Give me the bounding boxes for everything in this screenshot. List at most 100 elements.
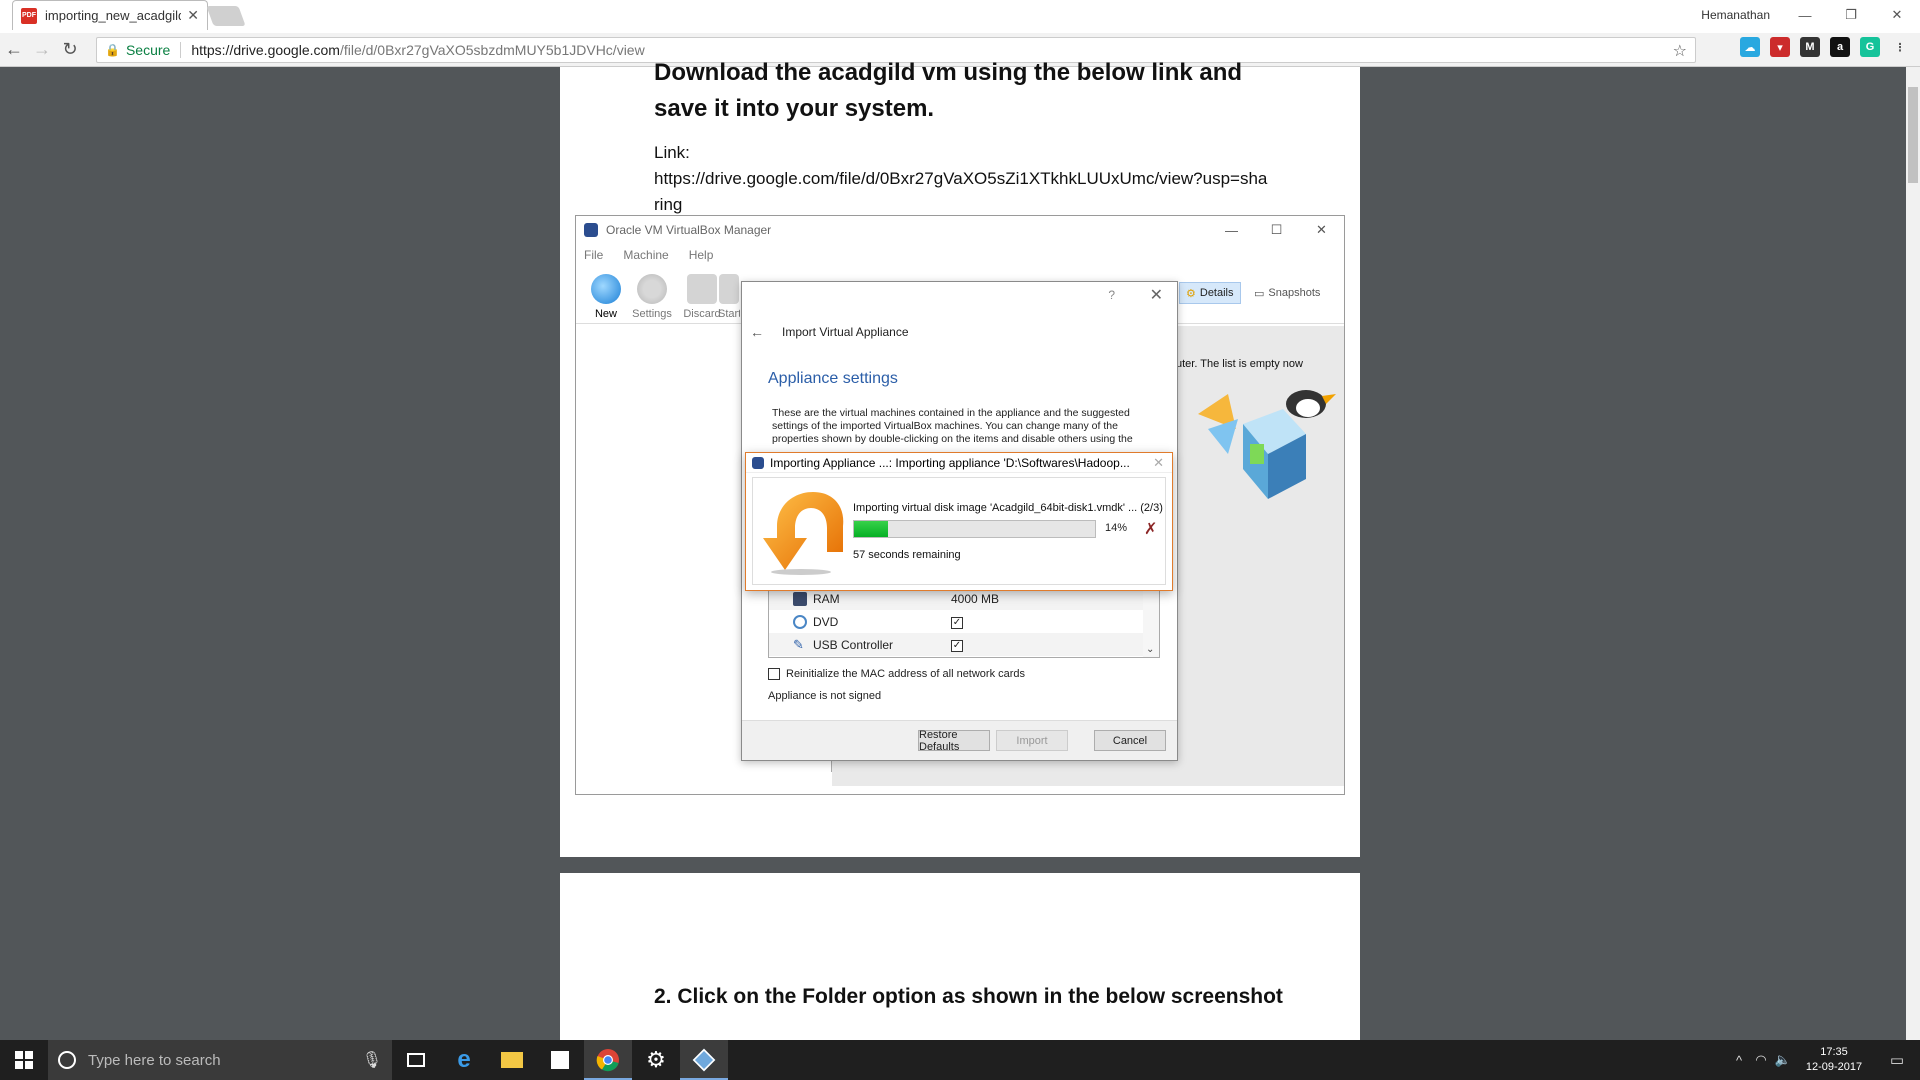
store-app[interactable] xyxy=(536,1040,584,1080)
file-explorer-app[interactable] xyxy=(488,1040,536,1080)
new-tab-button[interactable] xyxy=(206,6,246,26)
close-tab-icon[interactable]: ✕ xyxy=(187,7,199,24)
progress-percent: 14% xyxy=(1105,522,1128,534)
progress-bar-fill xyxy=(854,521,888,537)
close-icon[interactable]: ✕ xyxy=(1153,455,1164,471)
cloud-extension-icon[interactable]: ☁ xyxy=(1740,37,1760,57)
minimize-icon[interactable]: — xyxy=(1782,0,1828,30)
close-icon[interactable]: ✕ xyxy=(1150,285,1163,305)
virtualbox-app[interactable] xyxy=(680,1040,728,1080)
doc-link-line2[interactable]: ring xyxy=(654,195,682,215)
cancel-operation-icon[interactable]: ✗ xyxy=(1144,519,1157,539)
mac-checkbox[interactable] xyxy=(768,668,780,680)
pdf-page: 2. Click on the Folder option as shown i… xyxy=(560,873,1360,1040)
action-center-icon[interactable]: ▭ xyxy=(1874,1051,1920,1069)
menu-machine[interactable]: Machine xyxy=(623,248,668,262)
network-icon[interactable]: ◠ xyxy=(1750,1052,1772,1068)
snapshots-label: Snapshots xyxy=(1268,287,1321,299)
chrome-menu-icon[interactable]: ⋮ xyxy=(1890,37,1910,57)
reinit-mac-option[interactable]: Reinitialize the MAC address of all netw… xyxy=(768,668,1025,680)
import-arrow-icon xyxy=(763,492,844,575)
profile-name[interactable]: Hemanathan xyxy=(1701,8,1770,22)
wizard-description: These are the virtual machines contained… xyxy=(772,407,1133,447)
close-icon[interactable]: ✕ xyxy=(1299,216,1344,244)
new-vm-icon xyxy=(591,274,621,304)
window-controls: — ❐ ✕ xyxy=(1782,0,1920,30)
microphone-icon[interactable]: 🎙 xyxy=(362,1050,382,1070)
new-vm-button[interactable]: New xyxy=(582,274,630,320)
appliance-settings-table[interactable]: RAM 4000 MB DVD ✓ ✎ USB Controller ✓ ⌄ xyxy=(768,586,1160,658)
usb-checkbox[interactable]: ✓ xyxy=(951,637,963,652)
chevron-down-icon[interactable]: ⌄ xyxy=(1146,644,1154,655)
browser-tab[interactable]: PDF importing_new_acadgild ✕ xyxy=(12,0,208,30)
task-view-button[interactable] xyxy=(392,1040,440,1080)
cortana-icon xyxy=(58,1051,76,1069)
discard-label: Discard xyxy=(683,308,721,320)
chevron-up-icon[interactable]: ^ xyxy=(1728,1053,1750,1068)
folder-icon xyxy=(501,1052,523,1068)
menu-help[interactable]: Help xyxy=(689,248,714,262)
gear-icon xyxy=(637,274,667,304)
restore-defaults-button[interactable]: Restore Defaults xyxy=(918,729,990,753)
help-icon[interactable]: ? xyxy=(1108,288,1115,302)
start-button[interactable]: Start xyxy=(718,274,740,320)
details-button[interactable]: ⚙ Details xyxy=(1179,282,1241,304)
doc-link-line1[interactable]: https://drive.google.com/file/d/0Bxr27gV… xyxy=(654,169,1267,189)
back-arrow-icon[interactable]: ← xyxy=(750,324,764,340)
bookmark-star-icon[interactable]: ☆ xyxy=(1673,41,1687,61)
grammarly-extension-icon[interactable]: G xyxy=(1860,37,1880,57)
close-window-icon[interactable]: ✕ xyxy=(1874,0,1920,30)
clock-date: 12-09-2017 xyxy=(1805,1061,1863,1073)
separator xyxy=(180,42,182,58)
progress-title: Importing Appliance ...: Importing appli… xyxy=(770,455,1130,470)
table-row[interactable]: DVD ✓ xyxy=(769,610,1159,633)
mail-extension-icon[interactable]: M xyxy=(1800,37,1820,57)
doc-heading-line1: Download the acadgild vm using the below… xyxy=(654,59,1243,86)
search-placeholder: Type here to search xyxy=(88,1051,221,1069)
back-icon[interactable]: ← xyxy=(0,36,28,64)
table-scrollbar[interactable]: ⌄ xyxy=(1143,587,1159,657)
ram-chip-icon xyxy=(793,591,807,606)
scrollbar-thumb[interactable] xyxy=(1908,87,1918,183)
snapshots-button[interactable]: ▭ Snapshots xyxy=(1248,282,1326,304)
url-path: /file/d/0Bxr27gVaXO5sbzdmMUY5b1JDVHc/vie… xyxy=(339,42,645,58)
edge-app[interactable]: e xyxy=(440,1040,488,1080)
virtualbox-icon xyxy=(692,1048,716,1072)
url-host: https://drive.google.com xyxy=(191,42,340,58)
wizard-titlebar: ? ✕ xyxy=(742,282,1177,310)
settings-button[interactable]: Settings xyxy=(628,274,676,320)
dvd-checkbox[interactable]: ✓ xyxy=(951,614,963,629)
doc-link-label: Link: xyxy=(654,143,690,162)
forward-icon[interactable]: → xyxy=(28,36,56,64)
import-progress-dialog: Importing Appliance ...: Importing appli… xyxy=(745,452,1173,591)
row-label: DVD xyxy=(813,614,839,629)
cancel-button[interactable]: Cancel xyxy=(1094,730,1166,751)
progress-titlebar: Importing Appliance ...: Importing appli… xyxy=(746,453,1172,473)
pocket-extension-icon[interactable]: ▾ xyxy=(1770,37,1790,57)
details-label: Details xyxy=(1199,287,1234,299)
scrollbar[interactable] xyxy=(1906,67,1920,1040)
edge-icon: e xyxy=(457,1046,471,1073)
amazon-extension-icon[interactable]: a xyxy=(1830,37,1850,57)
usb-icon: ✎ xyxy=(793,636,804,652)
table-row[interactable]: ✎ USB Controller ✓ xyxy=(769,633,1159,656)
pdf-icon: PDF xyxy=(21,7,37,24)
wizard-title: Import Virtual Appliance xyxy=(782,325,909,339)
row-value: 4000 MB xyxy=(951,591,1000,606)
taskbar-search[interactable]: Type here to search 🎙 xyxy=(48,1040,392,1080)
chrome-app[interactable] xyxy=(584,1040,632,1080)
settings-app[interactable]: ⚙ xyxy=(632,1040,680,1080)
import-button[interactable]: Import xyxy=(996,730,1068,751)
time-remaining: 57 seconds remaining xyxy=(853,549,961,561)
menu-file[interactable]: File xyxy=(584,248,603,262)
maximize-icon[interactable]: ☐ xyxy=(1254,216,1299,244)
volume-icon[interactable]: 🔈 xyxy=(1772,1052,1794,1068)
windows-taskbar: Type here to search 🎙 e ⚙ ^ ◠ 🔈 17:35 12… xyxy=(0,1040,1920,1080)
vbox-menubar: File Machine Help xyxy=(576,244,1344,266)
minimize-icon[interactable]: — xyxy=(1209,216,1254,244)
virtualbox-mascot-icon xyxy=(1198,390,1336,499)
reload-icon[interactable]: ↻ xyxy=(56,36,84,64)
clock[interactable]: 17:35 12-09-2017 xyxy=(1794,1045,1874,1075)
restore-icon[interactable]: ❐ xyxy=(1828,0,1874,30)
start-button[interactable] xyxy=(0,1040,48,1080)
